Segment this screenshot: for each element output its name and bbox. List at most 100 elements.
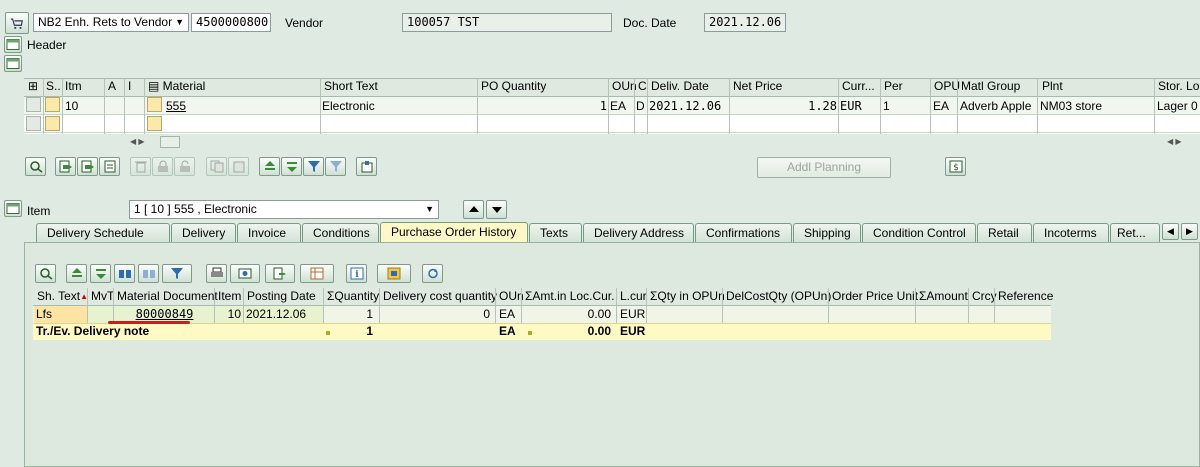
filter-icon[interactable] [162, 264, 192, 283]
tab-purchase-order-history[interactable]: Purchase Order History [380, 222, 528, 242]
hcol-item[interactable]: Item [216, 288, 241, 305]
stor-loc-cell[interactable]: Lager 0 [1157, 99, 1200, 113]
tab-shipping[interactable]: Shipping [793, 223, 861, 242]
sort-asc-icon[interactable] [66, 264, 87, 283]
filter-icon[interactable] [303, 157, 324, 176]
hcol-mvt[interactable]: MvT [89, 288, 114, 305]
per-cell[interactable]: 1 [883, 99, 890, 113]
po-number-field[interactable]: 4500000800 [191, 13, 271, 32]
unlock-icon[interactable] [174, 157, 195, 176]
info-icon[interactable]: i [346, 264, 367, 283]
material-checkbox[interactable] [147, 97, 162, 112]
col-a[interactable]: A [106, 78, 116, 95]
insert-icon[interactable] [99, 157, 120, 176]
delivery-cost-quantity-cell[interactable]: 0 [381, 307, 490, 321]
col-per[interactable]: Per [882, 78, 903, 95]
sort-desc-icon[interactable] [90, 264, 111, 283]
items-toggle-icon[interactable] [4, 55, 22, 72]
tab-confirmations[interactable]: Confirmations [695, 223, 792, 242]
filter-remove-icon[interactable] [325, 157, 346, 176]
po-quantity-cell[interactable]: 1 [479, 99, 607, 113]
sh-text-cell[interactable]: Lfs [36, 307, 52, 321]
quantity-cell[interactable]: 1 [325, 307, 373, 321]
col-c[interactable]: C [636, 78, 647, 95]
col-po-quantity[interactable]: PO Quantity [479, 78, 546, 95]
col-stor-loc[interactable]: Stor. Lo [1156, 78, 1200, 95]
material-checkbox[interactable] [147, 116, 162, 131]
search-icon[interactable] [35, 264, 56, 283]
tab-list-icon[interactable]: ◀ [1162, 223, 1179, 240]
hcol-qty-opun[interactable]: ΣQty in OPUn [648, 288, 725, 305]
select-layout-icon[interactable] [377, 264, 411, 283]
status-checkbox[interactable] [45, 116, 60, 131]
currency-icon[interactable]: $ [945, 157, 966, 176]
matl-group-cell[interactable]: Adverb Apple [960, 99, 1031, 113]
layout-icon[interactable] [300, 264, 334, 283]
lock-icon[interactable] [152, 157, 173, 176]
hcol-amt-loc-cur[interactable]: ΣAmt.in Loc.Cur. [523, 288, 614, 305]
scroll-right-icon[interactable]: ◀ ▶ [1167, 137, 1182, 146]
attachment-icon[interactable] [356, 157, 377, 176]
deliv-date-cell[interactable]: 2021.12.06 [649, 99, 721, 113]
plnt-cell[interactable]: NM03 store [1040, 99, 1102, 113]
copy-sub-icon[interactable] [77, 157, 98, 176]
row-selector[interactable] [26, 97, 41, 112]
table-settings-icon[interactable]: ⊞ [26, 78, 38, 95]
col-deliv-date[interactable]: Deliv. Date [649, 78, 709, 95]
find-next-icon[interactable] [138, 264, 159, 283]
tab-invoice[interactable]: Invoice [237, 223, 301, 242]
tab-delivery-schedule[interactable]: Delivery Schedule [36, 223, 170, 242]
col-net-price[interactable]: Net Price [731, 78, 782, 95]
hcol-amount[interactable]: ΣAmount [917, 288, 968, 305]
hcol-l-cur[interactable]: L.cur [618, 288, 647, 305]
refresh-icon[interactable] [422, 264, 443, 283]
find-icon[interactable] [114, 264, 135, 283]
scroll-track[interactable] [160, 136, 180, 148]
hcol-delcostqty-opun[interactable]: DelCostQty (OPUn) [724, 288, 831, 305]
col-short-text[interactable]: Short Text [322, 78, 378, 95]
copy-item-icon[interactable] [55, 157, 76, 176]
tab-condition-control[interactable]: Condition Control [862, 223, 976, 242]
doc-date-field[interactable]: 2021.12.06 [704, 13, 786, 32]
c-cell[interactable]: D [636, 99, 645, 113]
curr-cell[interactable]: EUR [840, 99, 862, 113]
tab-delivery-address[interactable]: Delivery Address [583, 223, 694, 242]
export-icon[interactable] [265, 264, 295, 283]
view-icon[interactable] [230, 264, 260, 283]
arrow-up-icon[interactable] [463, 200, 484, 219]
col-curr[interactable]: Curr... [840, 78, 880, 95]
hcol-delivery-cost-quantity[interactable]: Delivery cost quantity [381, 288, 497, 305]
cart-icon[interactable] [5, 12, 29, 34]
tab-delivery[interactable]: Delivery [171, 223, 236, 242]
hcol-posting-date[interactable]: Posting Date [245, 288, 316, 305]
short-text-cell[interactable]: Electronic [322, 99, 375, 113]
col-itm[interactable]: Itm [63, 78, 103, 95]
tab-next-icon[interactable]: ▶ [1181, 223, 1198, 240]
vendor-field[interactable]: 100057 TST [402, 13, 612, 32]
oun-cell[interactable]: EA [499, 307, 515, 321]
net-price-cell[interactable]: 1.28 [731, 99, 837, 113]
posting-date-cell[interactable]: 2021.12.06 [246, 307, 306, 321]
hcol-reference[interactable]: Reference [996, 288, 1053, 305]
amt-loc-cur-cell[interactable]: 0.00 [523, 307, 611, 321]
item-cell[interactable]: 10 [216, 307, 241, 321]
col-oun[interactable]: OUn [610, 78, 637, 95]
status-checkbox[interactable] [45, 97, 60, 112]
hcol-oun[interactable]: OUn [497, 288, 524, 305]
itm-cell[interactable]: 10 [65, 99, 78, 113]
detail-icon[interactable] [25, 157, 46, 176]
col-matl-group[interactable]: Matl Group [959, 78, 1020, 95]
col-status[interactable]: S.. [44, 78, 64, 95]
item-select[interactable]: 1 [ 10 ] 555 , Electronic ▼ [129, 200, 439, 219]
scroll-left-icon[interactable]: ◀ ▶ [130, 137, 145, 146]
items-row-2[interactable] [24, 115, 1200, 133]
col-i[interactable]: I [126, 78, 131, 95]
sort-desc-icon[interactable] [281, 157, 302, 176]
paste-icon[interactable] [228, 157, 249, 176]
header-toggle-icon[interactable] [4, 36, 22, 53]
sort-asc-icon[interactable] [259, 157, 280, 176]
addl-planning-button[interactable]: Addl Planning [757, 157, 891, 178]
delete-icon[interactable] [130, 157, 151, 176]
tab-texts[interactable]: Texts [529, 223, 582, 242]
opu-cell[interactable]: EA [933, 99, 949, 113]
